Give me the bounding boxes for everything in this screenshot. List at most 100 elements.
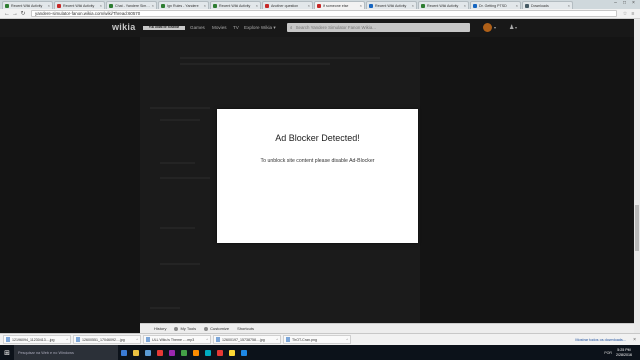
language-indicator[interactable]: POR	[604, 351, 612, 355]
file-icon	[146, 337, 150, 342]
tab-close-icon[interactable]: ×	[464, 3, 466, 8]
tab-favicon-icon	[473, 3, 477, 8]
tab-favicon-icon	[525, 3, 529, 8]
taskbar-app-icon[interactable]	[238, 345, 250, 360]
gear-icon	[174, 326, 179, 331]
download-filename: 12600197_15738758....jpg	[222, 337, 265, 342]
show-all-downloads-link[interactable]: Mostrar todos os downloads...	[575, 338, 626, 342]
windows-taskbar: ⊞ Pesquisar na Web e no Windows POR 5:25…	[0, 345, 640, 360]
toolbar-my-tools[interactable]: My Tools	[174, 326, 196, 331]
taskbar-app-icon[interactable]	[178, 345, 190, 360]
bookmark-star-icon[interactable]: ☆	[621, 11, 629, 17]
downloads-bar: 12196094_11230413....jpg ^ 12600551_170460…	[0, 333, 640, 345]
browser-toolbar: ← → ↻ yandere-simulator-fanon.wikia.com/…	[0, 9, 640, 19]
tab-title: Recent Wiki Activity	[375, 3, 407, 8]
toolbar-history[interactable]: History	[154, 326, 166, 331]
taskbar-app-icon[interactable]	[214, 345, 226, 360]
taskbar-app-icon[interactable]	[166, 345, 178, 360]
app-icon	[145, 349, 151, 356]
toolbar-customize[interactable]: Customize	[204, 326, 229, 331]
modal-message: To unblock site content please disable A…	[260, 158, 375, 164]
tab-close-icon[interactable]: ×	[360, 3, 362, 8]
forward-button[interactable]: →	[11, 11, 19, 17]
browser-tab[interactable]: Recent Wiki Activity ×	[2, 1, 53, 9]
download-item[interactable]: ULL Wiku's Theme -...mp3 ^	[143, 335, 211, 344]
app-icon	[229, 349, 235, 356]
download-filename: ThOT-Cran.png	[292, 337, 317, 342]
app-icon	[241, 349, 247, 356]
download-item[interactable]: 12600551_17046092....jpg ^	[73, 335, 141, 344]
app-icon	[157, 349, 163, 356]
browser-menu-icon[interactable]: ≡	[629, 11, 637, 17]
taskbar-app-icon[interactable]	[154, 345, 166, 360]
tab-title: Recent Wiki Activity	[11, 3, 43, 8]
browser-tab-strip: Recent Wiki Activity × Recent Wiki Activit…	[0, 0, 640, 9]
browser-tab[interactable]: If someone else ×	[314, 1, 365, 9]
taskbar-app-icon[interactable]	[190, 345, 202, 360]
close-window-button[interactable]: ×	[629, 0, 638, 7]
download-filename: 12196094_11230413....jpg	[12, 337, 55, 342]
taskbar-app-icon[interactable]	[226, 345, 238, 360]
address-bar[interactable]: yandere-simulator-fanon.wikia.com/wiki/T…	[31, 10, 617, 17]
app-icon	[193, 349, 199, 356]
system-tray: POR 5:25 PM 2/28/2016	[601, 345, 632, 360]
chevron-up-icon[interactable]: ^	[66, 338, 68, 342]
tab-close-icon[interactable]: ×	[308, 3, 310, 8]
tab-title: Recent Wiki Activity	[63, 3, 95, 8]
modal-title: Ad Blocker Detected!	[275, 133, 360, 143]
ad-blocker-modal: Ad Blocker Detected! To unblock site con…	[217, 109, 418, 243]
back-button[interactable]: ←	[3, 11, 11, 17]
maximize-button[interactable]: □	[620, 0, 629, 7]
window-controls: – □ ×	[611, 0, 638, 8]
browser-tab[interactable]: Downloads ×	[522, 1, 573, 9]
start-button[interactable]: ⊞	[0, 345, 14, 360]
minimize-button[interactable]: –	[611, 0, 620, 7]
clock[interactable]: 5:25 PM 2/28/2016	[616, 348, 632, 357]
browser-tab[interactable]: Recent Wiki Activity ×	[366, 1, 417, 9]
browser-tab[interactable]: Recent Wiki Activity ×	[210, 1, 261, 9]
tab-close-icon[interactable]: ×	[48, 3, 50, 8]
download-filename: 12600551_17046092....jpg	[82, 337, 125, 342]
taskbar-app-icon[interactable]	[202, 345, 214, 360]
close-downloads-bar-button[interactable]: ×	[633, 337, 636, 343]
web-page: wikia THE HOME OF FANDOM Games Movies TV…	[0, 19, 640, 333]
chevron-up-icon[interactable]: ^	[346, 338, 348, 342]
tab-close-icon[interactable]: ×	[204, 3, 206, 8]
tab-favicon-icon	[57, 3, 61, 8]
browser-tab[interactable]: Ign Rules - Yandere ×	[158, 1, 209, 9]
chevron-up-icon[interactable]: ^	[206, 338, 208, 342]
browser-tab[interactable]: Chat - Yandere Simulator×	[106, 1, 157, 9]
browser-tab[interactable]: Dr. Getting PTSD ×	[470, 1, 521, 9]
tab-close-icon[interactable]: ×	[152, 3, 154, 8]
tab-close-icon[interactable]: ×	[516, 3, 518, 8]
app-icon	[121, 349, 127, 356]
taskbar-app-icon[interactable]	[130, 345, 142, 360]
tab-close-icon[interactable]: ×	[256, 3, 258, 8]
page-scrollbar[interactable]	[634, 19, 640, 333]
toolbar-shortcuts[interactable]: Shortcuts	[237, 326, 254, 331]
tab-favicon-icon	[265, 3, 269, 8]
tab-close-icon[interactable]: ×	[568, 3, 570, 8]
tab-close-icon[interactable]: ×	[412, 3, 414, 8]
tab-title: Another question	[271, 3, 299, 8]
browser-tab[interactable]: Recent Wiki Activity ×	[54, 1, 105, 9]
tab-favicon-icon	[213, 3, 217, 8]
tab-title: Recent Wiki Activity	[219, 3, 251, 8]
reload-button[interactable]: ↻	[19, 10, 27, 17]
download-item[interactable]: ThOT-Cran.png ^	[283, 335, 351, 344]
taskbar-app-icon[interactable]	[142, 345, 154, 360]
url-text: yandere-simulator-fanon.wikia.com/wiki/T…	[35, 11, 141, 16]
chevron-up-icon[interactable]: ^	[276, 338, 278, 342]
download-item[interactable]: 12196094_11230413....jpg ^	[3, 335, 71, 344]
clock-time: 5:25 PM	[617, 348, 631, 353]
taskbar-search-text: Pesquisar na Web e no Windows	[18, 350, 74, 355]
chevron-up-icon[interactable]: ^	[136, 338, 138, 342]
browser-tab[interactable]: Another question ×	[262, 1, 313, 9]
tab-close-icon[interactable]: ×	[100, 3, 102, 8]
tab-title: Ign Rules - Yandere	[167, 3, 199, 8]
taskbar-app-icon[interactable]	[118, 345, 130, 360]
taskbar-search-box[interactable]: Pesquisar na Web e no Windows	[14, 345, 118, 360]
scrollbar-thumb[interactable]	[635, 205, 639, 251]
browser-tab[interactable]: Recent Wiki Activity ×	[418, 1, 469, 9]
download-item[interactable]: 12600197_15738758....jpg ^	[213, 335, 281, 344]
